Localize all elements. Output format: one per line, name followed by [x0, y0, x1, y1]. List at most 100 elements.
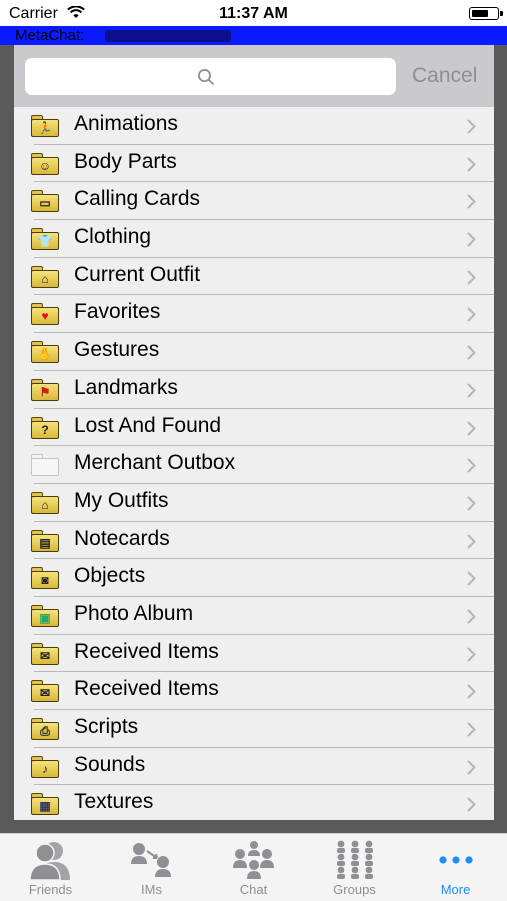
chevron-right-icon	[467, 722, 476, 742]
inventory-row-label: Textures	[74, 790, 154, 814]
chevron-right-icon	[467, 194, 476, 214]
sounds-folder-icon: ♪	[31, 755, 59, 778]
inventory-row-label: Body Parts	[74, 149, 177, 173]
inventory-row[interactable]: ▭ Calling Cards	[14, 182, 494, 221]
inventory-row[interactable]: ? Lost And Found	[14, 409, 494, 447]
inventory-row-label: Favorites	[74, 300, 161, 324]
ims-icon	[101, 839, 202, 881]
inventory-row[interactable]: ⌂ Current Outfit	[14, 258, 494, 296]
inventory-row[interactable]: 👕 Clothing	[14, 220, 494, 258]
inventory-row[interactable]: ▦ Textures	[14, 785, 494, 820]
gestures-folder-icon: ✋	[31, 341, 59, 364]
chevron-right-icon	[467, 684, 476, 704]
chevron-right-icon	[467, 270, 476, 290]
inbox-folder-icon: ✉	[31, 642, 59, 665]
favorites-folder-icon: ♥	[31, 303, 59, 326]
tab-label: IMs	[141, 882, 162, 897]
chat-icon	[203, 839, 304, 881]
lost-and-found-folder-icon: ?	[31, 416, 59, 439]
chevron-right-icon	[467, 119, 476, 139]
chevron-right-icon	[467, 571, 476, 591]
inventory-row[interactable]: ◙ Objects	[14, 559, 494, 597]
merchant-outbox-folder-icon	[31, 454, 59, 477]
outfit-folder-icon: ⌂	[31, 491, 59, 514]
inventory-row[interactable]: ⌂ My Outfits	[14, 484, 494, 522]
search-input[interactable]	[25, 58, 400, 97]
inventory-row[interactable]: 🏃 Animations	[14, 107, 494, 145]
inventory-row[interactable]: ⚑ Landmarks	[14, 371, 494, 409]
inventory-row[interactable]: ☺ Body Parts	[14, 145, 494, 183]
tab-friends[interactable]: Friends	[0, 834, 101, 901]
body-parts-folder-icon: ☺	[31, 152, 59, 175]
calling-card-folder-icon: ▭	[31, 190, 59, 213]
inventory-row-label: Animations	[74, 112, 178, 135]
clock: 11:37 AM	[219, 5, 288, 22]
redacted-name	[105, 30, 231, 42]
chevron-right-icon	[467, 156, 476, 177]
inventory-row-label: Received Items	[74, 677, 219, 701]
chevron-right-icon	[467, 646, 476, 667]
chevron-right-icon	[467, 420, 476, 441]
inventory-row[interactable]: ✉ Received Items	[14, 672, 494, 710]
inventory-row-label: Received Items	[74, 639, 219, 663]
tab-more[interactable]: More	[405, 834, 506, 901]
landmark-folder-icon: ⚑	[31, 378, 59, 401]
inventory-row-label: Sounds	[74, 752, 146, 776]
battery-icon	[469, 7, 503, 20]
search-field[interactable]	[25, 58, 400, 97]
inventory-row[interactable]: ▤ Notecards	[14, 522, 494, 560]
chevron-right-icon	[467, 383, 476, 403]
inventory-row-label: Objects	[74, 564, 146, 588]
more-icon	[405, 839, 506, 881]
inventory-row[interactable]: ✋ Gestures	[14, 333, 494, 371]
chevron-right-icon	[467, 609, 476, 629]
tab-groups[interactable]: Groups	[304, 834, 405, 901]
inventory-row-label: Clothing	[74, 225, 152, 249]
chevron-right-icon	[467, 797, 476, 817]
search-bar: Cancel	[14, 45, 494, 107]
inventory-row-label: Landmarks	[74, 375, 178, 399]
inventory-row-label: Scripts	[74, 715, 139, 738]
inventory-row-label: Gestures	[74, 338, 160, 362]
friends-icon	[0, 839, 101, 881]
inventory-row[interactable]: ✉ Received Items	[14, 635, 494, 673]
inventory-row-label: Merchant Outbox	[74, 451, 236, 475]
chevron-right-icon	[467, 458, 476, 478]
tab-ims[interactable]: IMs	[101, 834, 202, 901]
inventory-row[interactable]: ⎙ Scripts	[14, 710, 494, 748]
tab-label: Chat	[239, 882, 268, 897]
inbox-folder-icon: ✉	[31, 680, 59, 703]
notecard-folder-icon: ▤	[31, 529, 59, 552]
tab-label: Friends	[28, 882, 73, 897]
outfit-folder-icon: ⌂	[31, 265, 59, 288]
tab-chat[interactable]: Chat	[203, 834, 304, 901]
scripts-folder-icon: ⎙	[31, 718, 59, 740]
inventory-row-label: Current Outfit	[74, 262, 201, 286]
inventory-row-label: My Outfits	[74, 488, 169, 512]
animation-folder-icon: 🏃	[31, 115, 59, 137]
chevron-right-icon	[467, 345, 476, 365]
photo-album-folder-icon: ▣	[31, 604, 59, 627]
tab-label: More	[440, 882, 471, 897]
clothing-folder-icon: 👕	[31, 228, 59, 251]
textures-folder-icon: ▦	[31, 793, 59, 816]
inventory-row[interactable]: ▣ Photo Album	[14, 597, 494, 635]
app-title: MetaChat:	[15, 27, 85, 44]
inventory-row[interactable]: ♥ Favorites	[14, 295, 494, 334]
app-title-bar: MetaChat:	[0, 26, 507, 45]
inventory-row-label: Photo Album	[74, 601, 194, 625]
chevron-right-icon	[467, 307, 476, 327]
chevron-right-icon	[467, 232, 476, 252]
groups-icon	[304, 839, 405, 881]
inventory-row-label: Lost And Found	[74, 413, 222, 437]
inventory-row[interactable]: Merchant Outbox	[14, 446, 494, 484]
inventory-list: 🏃 Animations ☺ Body Parts ▭ Calling Cards 👕 Clo…	[14, 107, 494, 820]
objects-folder-icon: ◙	[31, 567, 59, 590]
inventory-row-label: Calling Cards	[74, 187, 201, 211]
inventory-row[interactable]: ♪ Sounds	[14, 748, 494, 786]
chevron-right-icon	[467, 759, 476, 780]
chevron-right-icon	[467, 496, 476, 516]
cancel-button[interactable]: Cancel	[412, 64, 477, 88]
inventory-row-label: Notecards	[74, 526, 170, 550]
chevron-right-icon	[467, 533, 476, 554]
